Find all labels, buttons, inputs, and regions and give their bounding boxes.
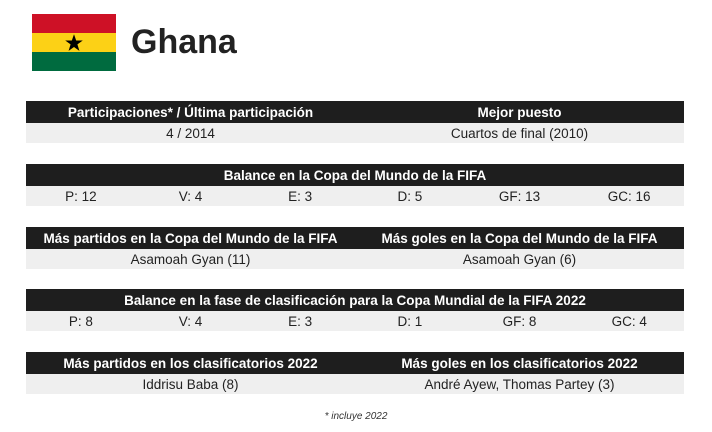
most-matches-header: Más partidos en la Copa del Mundo de la …: [43, 230, 338, 246]
qualifying-records-values-row: Iddrisu Baba (8) André Ayew, Thomas Part…: [26, 374, 684, 394]
world-cup-balance-header: Balance en la Copa del Mundo de la FIFA: [223, 167, 487, 183]
qualifying-balance-stats-row: P: 8 V: 4 E: 3 D: 1 GF: 8 GC: 4: [26, 311, 684, 331]
participations-header: Participaciones* / Última participación: [67, 104, 314, 120]
qual-most-matches-value: Iddrisu Baba (8): [142, 376, 239, 392]
qualifying-balance-header: Balance en la fase de clasificación para…: [124, 292, 586, 308]
stat-goals-against: GC: 16: [607, 188, 651, 204]
qual-stat-lost: D: 1: [397, 313, 423, 329]
team-header: Ghana: [32, 14, 237, 71]
footnote: * incluye 2022: [324, 411, 388, 422]
world-cup-records-section: Más partidos en la Copa del Mundo de la …: [26, 227, 684, 269]
ghana-flag-icon: [32, 14, 116, 71]
qualifying-records-header-bar: Más partidos en los clasificatorios 2022…: [26, 352, 684, 374]
participation-header-bar: Participaciones* / Última participación …: [26, 101, 684, 123]
stat-lost: D: 5: [397, 188, 423, 204]
qual-most-matches-header: Más partidos en los clasificatorios 2022: [63, 355, 318, 371]
qual-stat-won: V: 4: [178, 313, 203, 329]
world-cup-balance-section: Balance en la Copa del Mundo de la FIFA …: [26, 164, 684, 206]
participation-values-row: 4 / 2014 Cuartos de final (2010): [26, 123, 684, 143]
participation-section: Participaciones* / Última participación …: [26, 101, 684, 143]
stat-won: V: 4: [178, 188, 203, 204]
best-position-value: Cuartos de final (2010): [450, 125, 589, 141]
world-cup-records-header-bar: Más partidos en la Copa del Mundo de la …: [26, 227, 684, 249]
most-goals-header: Más goles en la Copa del Mundo de la FIF…: [381, 230, 658, 246]
qualifying-balance-section: Balance en la fase de clasificación para…: [26, 289, 684, 331]
world-cup-records-values-row: Asamoah Gyan (11) Asamoah Gyan (6): [26, 249, 684, 269]
qualifying-balance-header-bar: Balance en la fase de clasificación para…: [26, 289, 684, 311]
world-cup-balance-header-bar: Balance en la Copa del Mundo de la FIFA: [26, 164, 684, 186]
qual-stat-played: P: 8: [68, 313, 93, 329]
qual-most-goals-header: Más goles en los clasificatorios 2022: [401, 355, 638, 371]
world-cup-balance-stats-row: P: 12 V: 4 E: 3 D: 5 GF: 13 GC: 16: [26, 186, 684, 206]
stat-goals-for: GF: 13: [498, 188, 541, 204]
country-name: Ghana: [131, 23, 237, 61]
participations-value: 4 / 2014: [166, 125, 215, 141]
stat-played: P: 12: [65, 188, 97, 204]
qual-stat-goals-for: GF: 8: [502, 313, 537, 329]
best-position-header: Mejor puesto: [477, 104, 562, 120]
qualifying-records-section: Más partidos en los clasificatorios 2022…: [26, 352, 684, 394]
qual-stat-goals-against: GC: 4: [611, 313, 647, 329]
most-goals-value: Asamoah Gyan (6): [462, 251, 577, 267]
star-icon: [32, 14, 116, 71]
most-matches-value: Asamoah Gyan (11): [130, 251, 251, 267]
stat-drawn: E: 3: [288, 188, 313, 204]
qual-most-goals-value: André Ayew, Thomas Partey (3): [424, 376, 615, 392]
qual-stat-drawn: E: 3: [288, 313, 313, 329]
